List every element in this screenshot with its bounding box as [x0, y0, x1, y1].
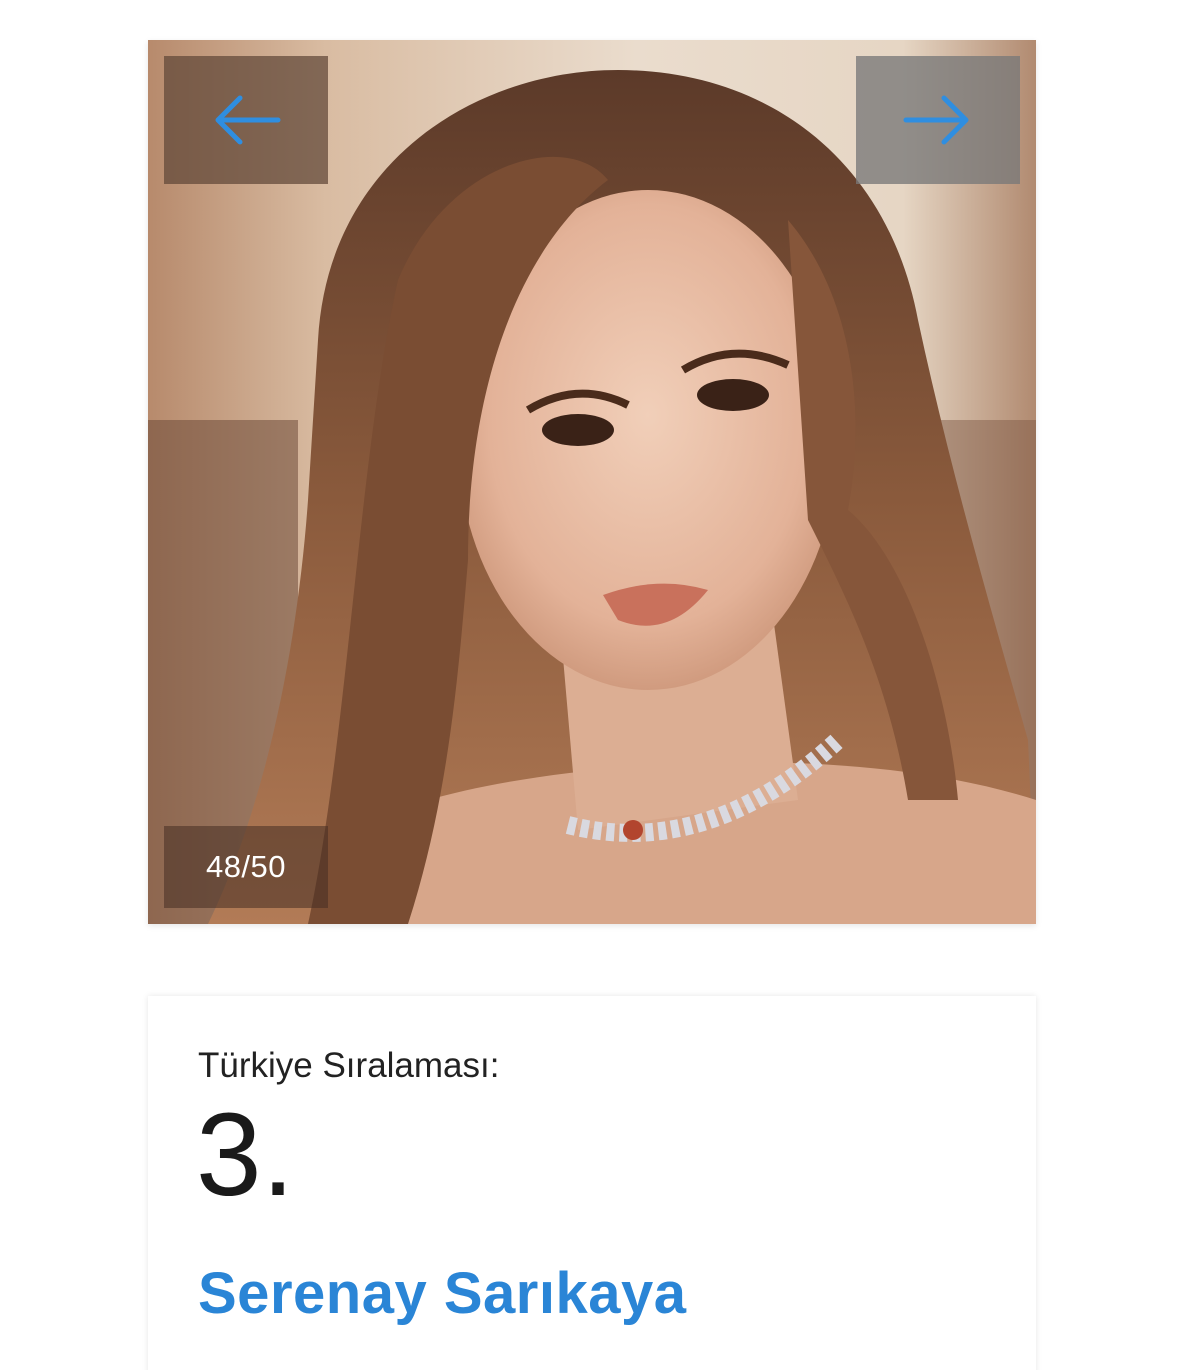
- photo-counter: 48/50: [164, 826, 328, 908]
- person-name-link[interactable]: Serenay Sarıkaya: [198, 1260, 686, 1327]
- next-photo-button[interactable]: [856, 56, 1020, 184]
- arrow-right-icon: [903, 95, 969, 145]
- previous-photo-button[interactable]: [164, 56, 328, 184]
- ranking-label: Türkiye Sıralaması:: [198, 1046, 500, 1085]
- ranking-value: 3.: [196, 1089, 295, 1221]
- photo-gallery: 48/50: [148, 40, 1036, 924]
- ranking-card: Türkiye Sıralaması: 3. Serenay Sarıkaya: [148, 996, 1036, 1370]
- arrow-left-icon: [215, 95, 281, 145]
- page: 48/50 Türkiye Sıralaması: 3. Serenay Sar…: [0, 0, 1181, 1370]
